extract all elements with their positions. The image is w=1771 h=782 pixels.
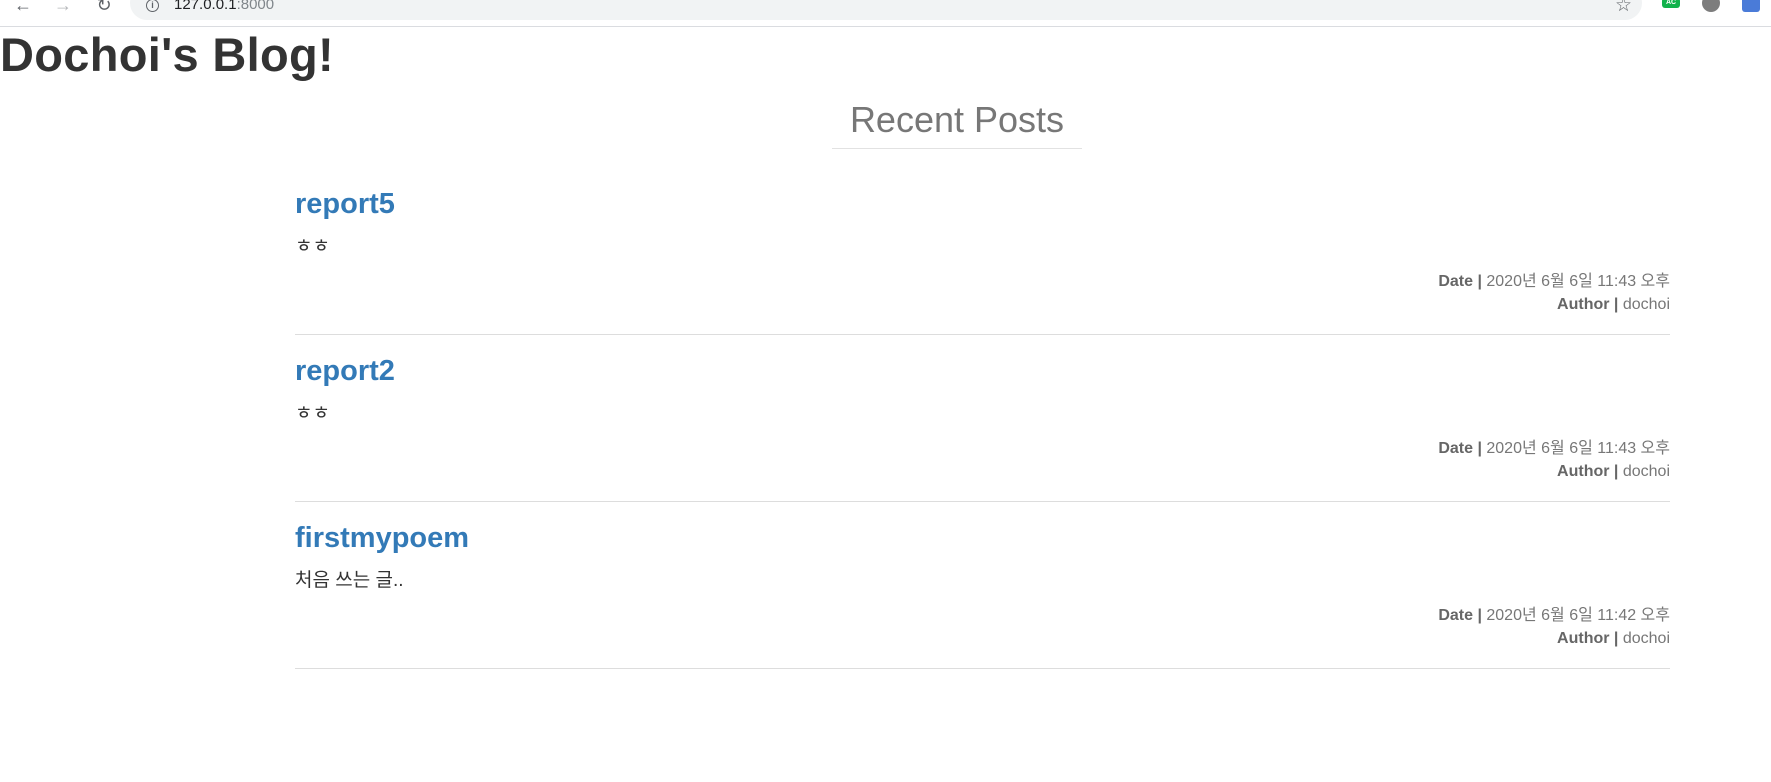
bookmark-star-icon[interactable]: ☆ bbox=[1615, 0, 1632, 17]
post-excerpt: 처음 쓰는 글.. bbox=[295, 570, 404, 591]
extension-translate-icon[interactable] bbox=[1742, 0, 1760, 12]
post-date: Date | 2020년 6월 6일 11:43 오후 bbox=[1438, 270, 1670, 293]
forward-arrow-icon[interactable]: → bbox=[52, 0, 74, 16]
date-label: Date | bbox=[1438, 273, 1482, 290]
post-meta: Date | 2020년 6월 6일 11:42 오후 Author | doc… bbox=[1438, 604, 1670, 650]
date-value: 2020년 6월 6일 11:42 오후 bbox=[1486, 607, 1670, 624]
post-title-link[interactable]: report2 bbox=[295, 353, 395, 389]
browser-toolbar: ← → ↻ i 127.0.0.1:8000 ☆ AC bbox=[0, 0, 1771, 27]
url-host: 127.0.0.1 bbox=[174, 0, 237, 13]
post-item: report2 ㅎㅎ Date | 2020년 6월 6일 11:43 오후 A… bbox=[295, 335, 1670, 502]
post-excerpt: ㅎㅎ bbox=[295, 236, 330, 257]
post-title-link[interactable]: report5 bbox=[295, 186, 395, 222]
post-title-link[interactable]: firstmypoem bbox=[295, 520, 469, 556]
author-value: dochoi bbox=[1622, 296, 1670, 313]
post-meta: Date | 2020년 6월 6일 11:43 오후 Author | doc… bbox=[1438, 437, 1670, 483]
author-value: dochoi bbox=[1622, 463, 1670, 480]
post-item: report5 ㅎㅎ Date | 2020년 6월 6일 11:43 오후 A… bbox=[295, 168, 1670, 335]
post-item: firstmypoem 처음 쓰는 글.. Date | 2020년 6월 6일… bbox=[295, 502, 1670, 669]
address-bar[interactable]: i 127.0.0.1:8000 ☆ bbox=[130, 0, 1642, 20]
date-value: 2020년 6월 6일 11:43 오후 bbox=[1486, 273, 1670, 290]
author-label: Author | bbox=[1557, 630, 1619, 647]
reload-icon[interactable]: ↻ bbox=[93, 0, 115, 16]
extension-gray-icon[interactable] bbox=[1702, 0, 1720, 12]
author-label: Author | bbox=[1557, 296, 1619, 313]
post-excerpt: ㅎㅎ bbox=[295, 403, 330, 424]
post-meta: Date | 2020년 6월 6일 11:43 오후 Author | doc… bbox=[1438, 270, 1670, 316]
post-list: report5 ㅎㅎ Date | 2020년 6월 6일 11:43 오후 A… bbox=[295, 168, 1670, 669]
post-author: Author | dochoi bbox=[1438, 627, 1670, 650]
date-label: Date | bbox=[1438, 607, 1482, 624]
back-arrow-icon[interactable]: ← bbox=[12, 0, 34, 16]
section-header: Recent Posts bbox=[832, 98, 1082, 149]
author-label: Author | bbox=[1557, 463, 1619, 480]
info-icon[interactable]: i bbox=[146, 0, 159, 12]
author-value: dochoi bbox=[1622, 630, 1670, 647]
post-author: Author | dochoi bbox=[1438, 460, 1670, 483]
url-text[interactable]: 127.0.0.1:8000 bbox=[174, 0, 274, 13]
blog-title: Dochoi's Blog! bbox=[0, 28, 334, 81]
extension-ac-icon[interactable]: AC bbox=[1662, 0, 1680, 8]
recent-posts-heading: Recent Posts bbox=[832, 98, 1082, 149]
date-label: Date | bbox=[1438, 440, 1482, 457]
url-port: :8000 bbox=[236, 0, 275, 13]
post-date: Date | 2020년 6월 6일 11:42 오후 bbox=[1438, 604, 1670, 627]
post-date: Date | 2020년 6월 6일 11:43 오후 bbox=[1438, 437, 1670, 460]
post-author: Author | dochoi bbox=[1438, 293, 1670, 316]
date-value: 2020년 6월 6일 11:43 오후 bbox=[1486, 440, 1670, 457]
